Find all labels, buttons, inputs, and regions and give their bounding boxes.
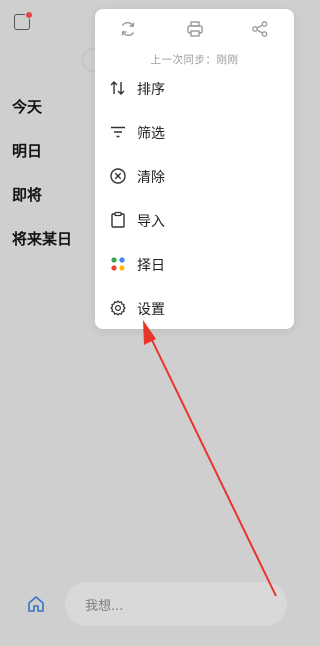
menu-item-label: 择日 xyxy=(137,258,165,274)
section-upcoming[interactable]: 即将 xyxy=(12,184,42,205)
last-sync-value: 刚刚 xyxy=(216,54,239,66)
menu-item-label: 设置 xyxy=(137,302,165,318)
sort-icon xyxy=(110,81,125,95)
section-tomorrow[interactable]: 明日 xyxy=(12,140,42,161)
last-sync-status: 上一次同步：刚刚 xyxy=(95,52,294,67)
menu-item-sort[interactable]: 排序 xyxy=(95,69,294,107)
share-icon[interactable] xyxy=(250,19,270,39)
home-icon[interactable] xyxy=(26,594,46,614)
menu-item-settings[interactable]: 设置 xyxy=(95,289,294,327)
section-someday[interactable]: 将来某日 xyxy=(12,228,72,249)
bottom-bar: 我想... xyxy=(0,570,303,646)
pick-date-icon xyxy=(111,257,125,271)
popup-toolbar xyxy=(95,19,294,41)
filter-icon xyxy=(111,126,125,138)
settings-icon xyxy=(110,300,126,316)
menu-item-label: 清除 xyxy=(137,170,165,186)
quick-add-input[interactable]: 我想... xyxy=(65,582,287,626)
inbox-icon[interactable] xyxy=(14,11,33,30)
menu-item-label: 排序 xyxy=(137,82,165,98)
more-menu-popup: 上一次同步：刚刚 排序 筛选 清除 导入 择日 设置 xyxy=(95,9,294,329)
clear-icon xyxy=(110,168,126,184)
menu-item-label: 导入 xyxy=(137,214,165,230)
sync-icon[interactable] xyxy=(118,19,138,39)
import-icon xyxy=(111,211,125,228)
quick-add-placeholder: 我想... xyxy=(85,599,124,614)
print-icon[interactable] xyxy=(185,19,205,39)
menu-item-clear[interactable]: 清除 xyxy=(95,157,294,195)
section-today[interactable]: 今天 xyxy=(12,96,42,117)
last-sync-label: 上一次同步： xyxy=(150,54,217,66)
notification-badge xyxy=(25,11,33,19)
menu-item-pick-date[interactable]: 择日 xyxy=(95,245,294,283)
menu-item-import[interactable]: 导入 xyxy=(95,201,294,239)
menu-item-filter[interactable]: 筛选 xyxy=(95,113,294,151)
menu-item-label: 筛选 xyxy=(137,126,165,142)
